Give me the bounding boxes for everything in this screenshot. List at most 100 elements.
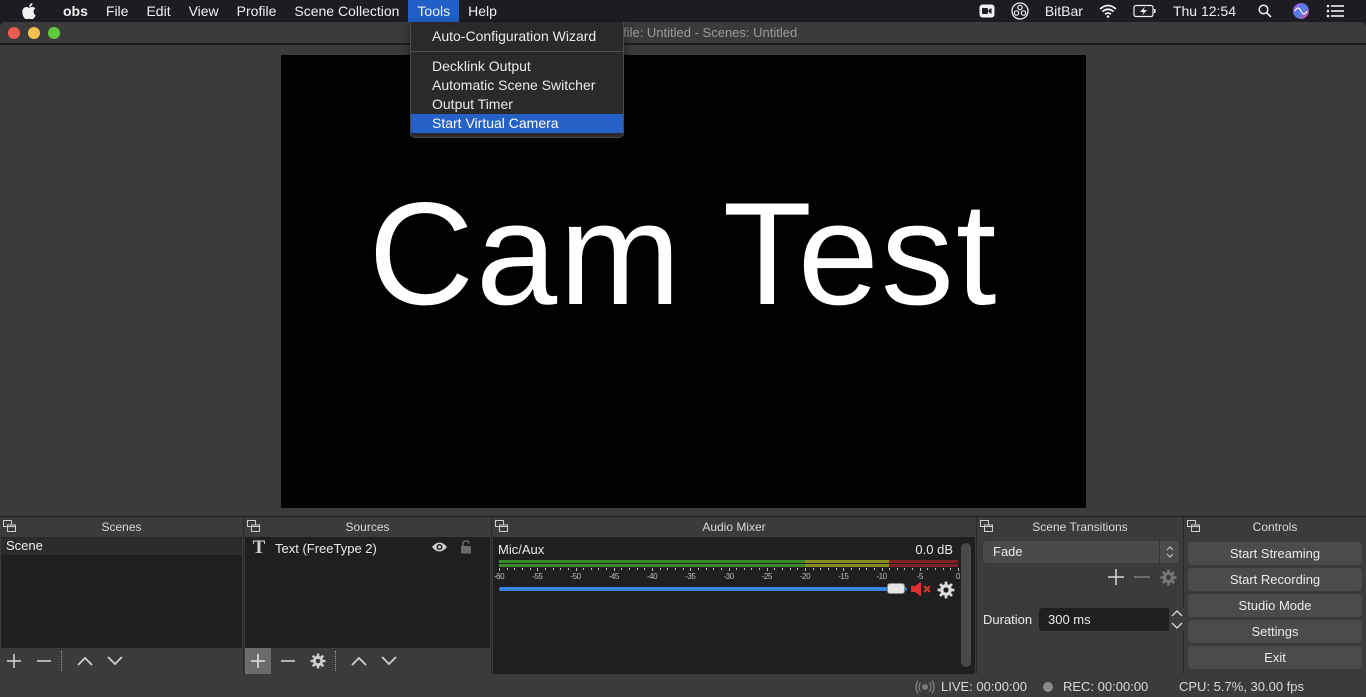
muted-speaker-icon[interactable] [910,581,934,602]
menu-scene-collection[interactable]: Scene Collection [285,0,408,22]
settings-button[interactable]: Settings [1188,620,1362,643]
add-scene-button[interactable] [1,648,27,674]
chevron-down-icon[interactable] [1171,621,1183,631]
meter-scale-label: -40 [646,572,658,581]
remove-transition-button[interactable] [1131,566,1153,588]
plus-icon [1108,569,1124,585]
audio-mixer-scrollbar[interactable] [961,543,971,667]
scenes-dock-title: Scenes [101,520,142,534]
menu-item-start-virtual-camera[interactable]: Start Virtual Camera [411,114,623,133]
meter-tick [927,568,929,570]
wifi-icon[interactable] [1091,0,1125,22]
preview-text: Cam Test [368,171,999,335]
meter-tick [873,568,875,570]
duration-input[interactable]: 300 ms [1039,608,1169,631]
menu-tools[interactable]: Tools [408,0,460,22]
meter-tick [674,568,676,570]
sources-toolbar [245,648,490,674]
meter-tick [935,568,937,570]
menu-help[interactable]: Help [459,0,506,22]
menu-edit[interactable]: Edit [137,0,179,22]
undock-icon[interactable] [980,520,993,532]
zoom-app-icon[interactable] [971,0,1003,22]
meter-tick [759,568,761,570]
meter-tick [506,568,508,570]
meter-scale-label: 0 [956,572,960,581]
meter-red-zone [889,560,958,563]
apple-menu-icon[interactable] [18,3,40,19]
record-dot-icon [1043,681,1053,692]
duration-stepper[interactable] [1169,608,1185,631]
transition-properties-button[interactable] [1157,566,1179,588]
menu-view[interactable]: View [180,0,228,22]
meter-tick [583,568,585,570]
preview-canvas[interactable]: Cam Test [281,55,1086,508]
sources-dock-title: Sources [345,520,390,534]
meter-tick [919,568,921,571]
remove-scene-button[interactable] [31,648,57,674]
source-properties-button[interactable] [305,648,331,674]
add-source-button[interactable] [245,648,271,674]
audio-mixer-dock: Audio Mixer Mic/Aux 0.0 dB -60 -55 -50 -45-… [492,517,976,674]
undock-icon[interactable] [247,520,260,532]
exit-button[interactable]: Exit [1188,646,1362,669]
chevron-up-icon[interactable] [1171,608,1183,618]
meter-tick [644,568,646,570]
undock-icon[interactable] [495,520,508,532]
meter-tick [912,568,914,570]
obs-status-icon[interactable] [1003,0,1037,22]
minus-icon [37,660,51,662]
scene-transitions-dock-header: Scene Transitions [977,517,1183,537]
undock-icon[interactable] [3,520,16,532]
clock[interactable]: Thu 12:54 [1165,0,1244,22]
scenes-dock: Scenes Scene [0,517,243,674]
bitbar-label[interactable]: BitBar [1037,0,1091,22]
toolbar-separator [335,651,336,671]
meter-tick [904,568,906,570]
meter-scale-label: -30 [723,572,734,581]
menu-item-output-timer[interactable]: Output Timer [411,95,623,114]
menu-profile[interactable]: Profile [228,0,286,22]
source-list-item[interactable]: T Text (FreeType 2) [245,537,490,559]
move-scene-down-button[interactable] [102,648,128,674]
transition-selected-value: Fade [993,544,1023,559]
duration-label: Duration [983,612,1033,627]
menu-app-obs[interactable]: obs [54,0,97,22]
meter-tick [544,568,546,570]
start-streaming-button[interactable]: Start Streaming [1188,542,1362,565]
meter-tick [567,568,569,570]
volume-slider-handle[interactable] [887,583,905,594]
move-scene-up-button[interactable] [72,648,98,674]
notification-center-icon[interactable] [1318,0,1352,22]
add-transition-button[interactable] [1105,566,1127,588]
spotlight-search-icon[interactable] [1250,0,1280,22]
meter-scale-label: -35 [685,572,696,581]
move-source-down-button[interactable] [376,648,402,674]
meter-tick [598,568,600,570]
undock-icon[interactable] [1187,520,1200,532]
transition-select[interactable]: Fade [983,541,1179,563]
toolbar-separator [61,651,62,671]
unlocked-lock-icon[interactable] [460,540,472,557]
siri-icon[interactable] [1284,0,1318,22]
volume-meter [499,560,958,568]
meter-tick [827,568,829,570]
battery-charging-icon[interactable] [1125,0,1165,22]
menu-item-automatic-scene-switcher[interactable]: Automatic Scene Switcher [411,76,623,95]
scene-transitions-dock: Scene Transitions Fade Duration 300 ms [977,517,1185,674]
studio-mode-button[interactable]: Studio Mode [1188,594,1362,617]
audio-mixer-channel: Mic/Aux 0.0 dB -60 -55 -50 -45 -40 -35 -30 -25-… [493,537,975,674]
start-recording-button[interactable]: Start Recording [1188,568,1362,591]
menu-item-decklink-output[interactable]: Decklink Output [411,57,623,76]
visibility-eye-icon[interactable] [431,541,448,556]
meter-tick [958,568,959,571]
menu-item-auto-configuration-wizard[interactable]: Auto-Configuration Wizard [411,24,623,48]
tools-menu-dropdown: Auto-Configuration Wizard Decklink Outpu… [410,22,624,138]
move-source-up-button[interactable] [346,648,372,674]
scene-list-item[interactable]: Scene [1,537,242,555]
menu-file[interactable]: File [97,0,138,22]
channel-settings-gear-icon[interactable] [937,581,955,604]
remove-source-button[interactable] [275,648,301,674]
cpu-fps-readout: CPU: 5.7%, 30.00 fps [1179,679,1305,694]
volume-slider-track[interactable] [499,587,907,591]
